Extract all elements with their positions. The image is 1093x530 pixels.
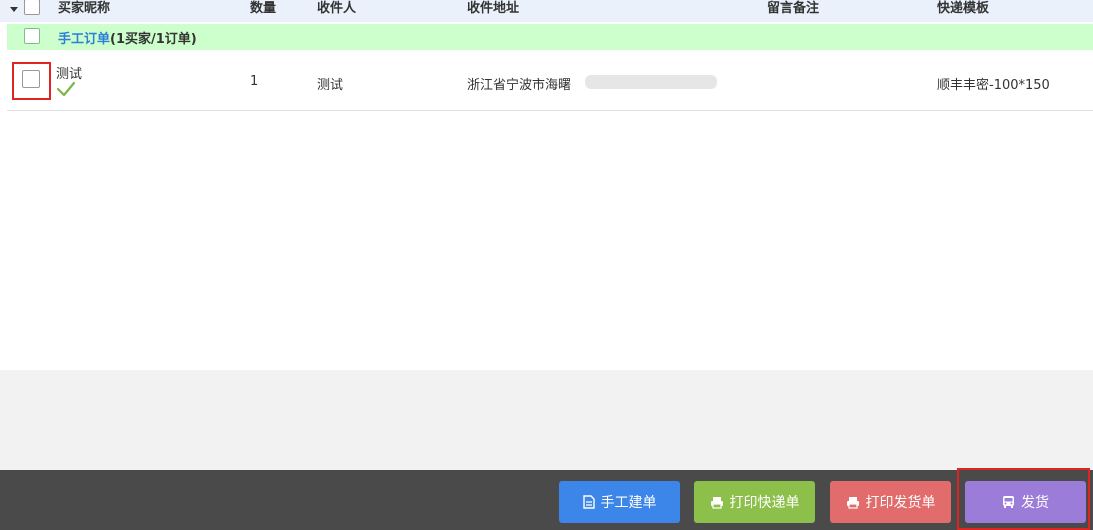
- column-qty: 数量: [250, 1, 277, 16]
- address-redaction: [585, 75, 717, 89]
- print-express-button[interactable]: 打印快递单: [694, 481, 815, 523]
- table-header: 买家昵称 数量 收件人 收件地址 留言备注 快递模板: [0, 0, 1093, 22]
- select-all-checkbox[interactable]: [24, 0, 40, 15]
- group-checkbox[interactable]: [24, 28, 40, 44]
- checkbox-highlight-box: [12, 62, 51, 100]
- table-row: 测试 1 测试 浙江省宁波市海曙 顺丰丰密-100*150: [7, 51, 1093, 111]
- check-icon: [56, 81, 76, 97]
- ship-highlight-box: [957, 468, 1090, 530]
- document-icon: [582, 495, 595, 509]
- column-note: 留言备注: [767, 1, 820, 16]
- print-delivery-label: 打印发货单: [865, 495, 936, 511]
- order-group-row: 手工订单(1买家/1订单): [7, 24, 1093, 50]
- caret-down-icon[interactable]: [10, 7, 18, 12]
- empty-area: [0, 370, 1093, 470]
- buyer-name: 测试: [56, 67, 83, 82]
- group-summary: (1买家/1订单): [110, 32, 197, 47]
- column-address: 收件地址: [467, 1, 520, 16]
- printer-icon: [710, 496, 723, 509]
- order-template: 顺丰丰密-100*150: [937, 78, 1050, 93]
- column-buyer: 买家昵称: [58, 1, 111, 16]
- group-title: 手工订单(1买家/1订单): [58, 28, 197, 47]
- printer-icon: [846, 496, 859, 509]
- action-bar: 手工建单 打印快递单 打印发货单 发货: [0, 468, 1093, 530]
- order-address: 浙江省宁波市海曙: [467, 78, 572, 93]
- manual-order-button[interactable]: 手工建单: [559, 481, 680, 523]
- order-qty: 1: [250, 74, 259, 89]
- print-express-label: 打印快递单: [729, 495, 800, 511]
- column-recipient: 收件人: [317, 1, 357, 16]
- manual-order-label: 手工建单: [600, 495, 657, 511]
- print-delivery-button[interactable]: 打印发货单: [830, 481, 951, 523]
- order-recipient: 测试: [317, 78, 344, 93]
- group-name[interactable]: 手工订单: [58, 32, 110, 47]
- column-template: 快递模板: [937, 1, 990, 16]
